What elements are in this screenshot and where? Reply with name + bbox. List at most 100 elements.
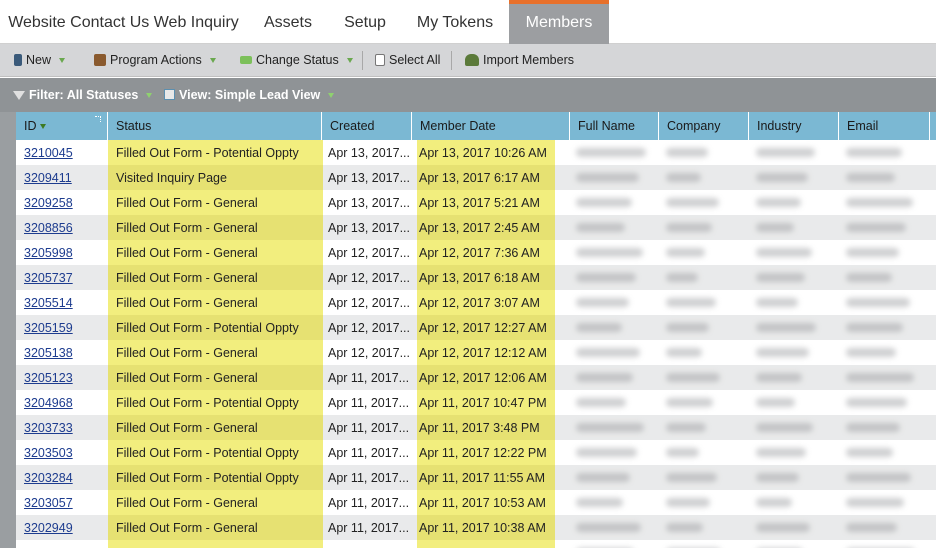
member-id-cell[interactable]: 3209258 [16, 190, 108, 215]
redacted-cell [756, 148, 815, 157]
redacted-cell [846, 248, 899, 257]
tab-members[interactable]: Members [509, 0, 609, 44]
table-row[interactable]: 3205138 Filled Out Form - General Apr 12, … [16, 340, 936, 365]
status-cell: Filled Out Form - Potential Oppty [108, 440, 323, 465]
column-menu-icon[interactable] [95, 116, 101, 122]
filter-label: Filter: All Statuses [29, 88, 139, 102]
member-id-link[interactable]: 3205998 [24, 246, 73, 260]
table-row[interactable]: 3210045 Filled Out Form - Potential Oppty… [16, 140, 936, 165]
member-id-cell[interactable]: 3203733 [16, 415, 108, 440]
tab-setup[interactable]: Setup [329, 0, 401, 44]
new-button[interactable]: New [14, 44, 66, 77]
table-row[interactable]: 3203503 Filled Out Form - Potential Oppty… [16, 440, 936, 465]
member-id-cell[interactable]: 3205159 [16, 315, 108, 340]
member-id-cell[interactable]: 3209411 [16, 165, 108, 190]
tab-assets[interactable]: Assets [247, 0, 329, 44]
column-header-created[interactable]: Created [322, 112, 412, 140]
member-id-link[interactable]: 3210045 [24, 146, 73, 160]
tab-program-name[interactable]: Website Contact Us Web Inquiry [0, 0, 247, 44]
created-cell: Apr 12, 2017... [328, 246, 411, 260]
member-id-cell[interactable]: 3205514 [16, 290, 108, 315]
redacted-cell [756, 273, 805, 282]
member-id-link[interactable]: 3205159 [24, 321, 73, 335]
view-dropdown[interactable]: View: Simple Lead View [164, 78, 335, 112]
status-cell: Filled Out Form - Potential Oppty [108, 315, 323, 340]
redacted-cell [756, 298, 798, 307]
member-id-link[interactable]: 3209258 [24, 196, 73, 210]
import-members-button[interactable]: Import Members [465, 44, 574, 77]
member-id-cell[interactable]: 3203503 [16, 440, 108, 465]
member-id-cell[interactable]: 3205998 [16, 240, 108, 265]
member-id-link[interactable]: 3202949 [24, 521, 73, 535]
change-status-button[interactable]: Change Status [240, 44, 353, 77]
column-header-email[interactable]: Email [839, 112, 930, 140]
select-all-button[interactable]: Select All [375, 44, 440, 77]
redacted-cell [576, 448, 637, 457]
table-row[interactable]: 3209258 Filled Out Form - General Apr 13, … [16, 190, 936, 215]
member-id-cell[interactable]: 3205737 [16, 265, 108, 290]
member-id-link[interactable]: 3203057 [24, 496, 73, 510]
grid-view-icon [164, 89, 175, 100]
column-header-full-name[interactable]: Full Name [570, 112, 659, 140]
column-header-id[interactable]: ID [16, 112, 108, 140]
member-id-link[interactable]: 3203503 [24, 446, 73, 460]
member-date-cell: Apr 12, 2017 12:27 AM [417, 315, 555, 340]
member-id-cell[interactable]: 3205138 [16, 340, 108, 365]
tab-my-tokens[interactable]: My Tokens [401, 0, 509, 44]
member-id-cell[interactable] [16, 540, 108, 548]
table-row[interactable]: 3205737 Filled Out Form - General Apr 12, … [16, 265, 936, 290]
program-actions-button[interactable]: Program Actions [94, 44, 216, 77]
table-row[interactable]: 3203284 Filled Out Form - Potential Oppty… [16, 465, 936, 490]
redacted-cell [846, 173, 895, 182]
member-id-cell[interactable]: 3203057 [16, 490, 108, 515]
member-id-link[interactable]: 3205737 [24, 271, 73, 285]
column-header-industry[interactable]: Industry [749, 112, 839, 140]
table-row[interactable]: 3208856 Filled Out Form - General Apr 13, … [16, 215, 936, 240]
member-id-link[interactable]: 3205514 [24, 296, 73, 310]
column-header-status[interactable]: Status [108, 112, 322, 140]
member-id-link[interactable]: 3203733 [24, 421, 73, 435]
status-cell: Filled Out Form - General [108, 215, 323, 240]
filter-dropdown[interactable]: Filter: All Statuses [13, 78, 153, 112]
toolbar-divider [362, 51, 363, 70]
table-row[interactable]: 3209411 Visited Inquiry Page Apr 13, 2017.… [16, 165, 936, 190]
member-id-link[interactable]: 3204968 [24, 396, 73, 410]
member-id-cell[interactable]: 3208856 [16, 215, 108, 240]
member-date-cell: Apr 12, 2017 12:12 AM [417, 340, 555, 365]
member-id-cell[interactable]: 3210045 [16, 140, 108, 165]
table-row[interactable]: 3202949 Filled Out Form - General Apr 11, … [16, 515, 936, 540]
member-id-link[interactable]: 3209411 [24, 171, 72, 185]
member-id-cell[interactable]: 3204968 [16, 390, 108, 415]
column-header-member-date[interactable]: Member Date [412, 112, 570, 140]
member-id-cell[interactable]: 3202949 [16, 515, 108, 540]
table-row[interactable]: 3203733 Filled Out Form - General Apr 11, … [16, 415, 936, 440]
change-status-label: Change Status [256, 53, 339, 67]
table-row[interactable]: 3205123 Filled Out Form - General Apr 11, … [16, 365, 936, 390]
view-label: View: Simple Lead View [179, 88, 321, 102]
member-id-link[interactable]: 3205123 [24, 371, 73, 385]
redacted-cell [666, 273, 698, 282]
member-id-cell[interactable]: 3203284 [16, 465, 108, 490]
table-row[interactable]: 3204968 Filled Out Form - Potential Oppty… [16, 390, 936, 415]
created-cell: Apr 11, 2017... [328, 521, 410, 535]
table-row[interactable]: 3205514 Filled Out Form - General Apr 12, … [16, 290, 936, 315]
column-header-company[interactable]: Company [659, 112, 749, 140]
created-cell: Apr 13, 2017... [328, 146, 411, 160]
member-id-link[interactable]: 3203284 [24, 471, 73, 485]
member-id-link[interactable]: 3208856 [24, 221, 73, 235]
redacted-cell [846, 398, 907, 407]
redacted-cell [666, 173, 701, 182]
table-row[interactable]: 3203057 Filled Out Form - General Apr 11, … [16, 490, 936, 515]
redacted-cell [756, 523, 810, 532]
member-id-cell[interactable]: 3205123 [16, 365, 108, 390]
table-row[interactable]: 3205159 Filled Out Form - Potential Oppty… [16, 315, 936, 340]
filter-bar: Filter: All Statuses View: Simple Lead V… [0, 78, 936, 112]
table-row[interactable]: 3205998 Filled Out Form - General Apr 12, … [16, 240, 936, 265]
member-date-cell: Apr 13, 2017 6:18 AM [417, 265, 555, 290]
redacted-cell [846, 523, 897, 532]
table-row[interactable] [16, 540, 936, 548]
created-cell: Apr 11, 2017... [328, 446, 410, 460]
member-id-link[interactable]: 3205138 [24, 346, 73, 360]
check-tag-icon [240, 56, 252, 64]
redacted-cell [576, 298, 629, 307]
